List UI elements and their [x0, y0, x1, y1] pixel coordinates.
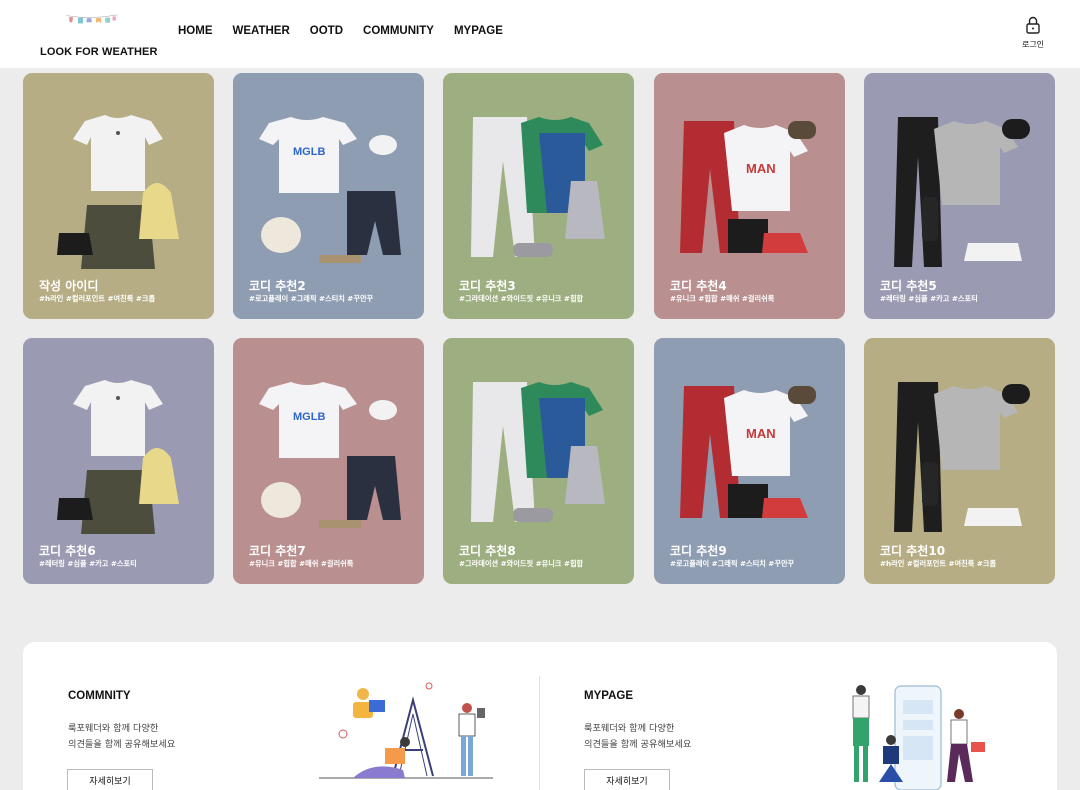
mypage-more-button[interactable]: 자세히보기: [584, 769, 670, 790]
main-nav: HOME WEATHER OOTD COMMUNITY MYPAGE: [178, 25, 503, 37]
logo-text: LOOK FOR WEATHER: [40, 46, 158, 58]
panel-divider: [539, 676, 540, 790]
outfit-image: [471, 382, 605, 522]
outfit-image: [894, 117, 1030, 267]
card-tags: #레터링 #심플 #카고 #스포티: [39, 559, 137, 568]
outfit-card[interactable]: 코디 추천6 #레터링 #심플 #카고 #스포티: [23, 338, 214, 584]
card-tags: #로고플레이 #그래픽 #스티치 #꾸안꾸: [249, 294, 374, 303]
card-title: 코디 추천5: [880, 279, 937, 293]
card-tags: #로고플레이 #그래픽 #스티치 #꾸안꾸: [670, 559, 795, 568]
card-tags: #h라인 #컬러포인트 #여친룩 #크롭: [39, 294, 156, 303]
card-title: 코디 추천2: [249, 279, 306, 293]
card-tags: #h라인 #컬러포인트 #여친룩 #크롭: [880, 559, 997, 568]
mypage-desc-line1: 룩포웨더와 함께 다양한: [584, 723, 675, 734]
community-more-button[interactable]: 자세히보기: [67, 769, 153, 790]
community-desc-line1: 룩포웨더와 함께 다양한: [68, 723, 159, 734]
nav-mypage[interactable]: MYPAGE: [454, 25, 503, 37]
lock-icon: [1026, 16, 1040, 34]
community-desc-line2: 의견들을 함께 공유해보세요: [68, 739, 176, 750]
outfit-card-grid: 작성 아이디 #h라인 #컬러포인트 #여친룩 #크롭 MGLB 코디 추천2 #로…: [23, 73, 1057, 584]
card-title: 코디 추천6: [39, 544, 96, 558]
nav-ootd[interactable]: OOTD: [310, 25, 343, 37]
outfit-image: MAN: [680, 386, 816, 518]
login-button[interactable]: 로그인: [1018, 16, 1048, 50]
card-title: 코디 추천4: [670, 279, 727, 293]
outfit-card[interactable]: 코디 추천5 #레터링 #심플 #카고 #스포티: [864, 73, 1055, 319]
outfit-image: MAN: [680, 121, 816, 253]
mypage-desc-line2: 의견들을 함께 공유해보세요: [584, 739, 692, 750]
community-illustration-icon: [319, 682, 493, 779]
outfit-card[interactable]: MGLB 코디 추천7 #유니크 #힙합 #매쉬 #걸리쉬룩: [233, 338, 424, 584]
outfit-card[interactable]: MAN 코디 추천4 #유니크 #힙합 #매쉬 #걸리쉬룩: [654, 73, 845, 319]
nav-weather[interactable]: WEATHER: [233, 25, 290, 37]
login-label: 로그인: [1021, 40, 1045, 49]
info-panel: COMMNITY 룩포웨더와 함께 다양한 의견들을 함께 공유해보세요 자세히…: [23, 642, 1057, 790]
svg-text:MGLB: MGLB: [293, 146, 325, 158]
card-title: 코디 추천10: [880, 544, 946, 558]
card-tags: #유니크 #힙합 #매쉬 #걸리쉬룩: [670, 294, 775, 303]
card-title: 작성 아이디: [39, 279, 99, 293]
outfit-card[interactable]: 코디 추천10 #h라인 #컬러포인트 #여친룩 #크롭: [864, 338, 1055, 584]
outfit-image: [471, 117, 605, 257]
community-title: COMMNITY: [68, 690, 131, 702]
clothesline-logo-icon: [66, 14, 118, 24]
nav-community[interactable]: COMMUNITY: [363, 25, 434, 37]
outfit-card[interactable]: MAN 코디 추천9 #로고플레이 #그래픽 #스티치 #꾸안꾸: [654, 338, 845, 584]
outfit-image: MGLB: [259, 382, 401, 528]
logo[interactable]: LOOK FOR WEATHER: [24, 6, 159, 62]
header: LOOK FOR WEATHER HOME WEATHER OOTD COMMU…: [0, 0, 1080, 68]
outfit-card[interactable]: 코디 추천8 #그라데이션 #와이드핏 #유니크 #힙합: [443, 338, 634, 584]
outfit-image: MGLB: [259, 117, 401, 263]
card-tags: #유니크 #힙합 #매쉬 #걸리쉬룩: [249, 559, 354, 568]
card-title: 코디 추천7: [249, 544, 306, 558]
outfit-image: [57, 115, 179, 269]
outfit-image: [894, 382, 1030, 532]
card-tags: #레터링 #심플 #카고 #스포티: [880, 294, 978, 303]
outfit-card[interactable]: MGLB 코디 추천2 #로고플레이 #그래픽 #스티치 #꾸안꾸: [233, 73, 424, 319]
mypage-title: MYPAGE: [584, 690, 633, 702]
svg-text:MAN: MAN: [746, 426, 776, 441]
card-title: 코디 추천3: [459, 279, 516, 293]
svg-text:MAN: MAN: [746, 161, 776, 176]
mypage-illustration-icon: [852, 685, 985, 790]
outfit-card[interactable]: 작성 아이디 #h라인 #컬러포인트 #여친룩 #크롭: [23, 73, 214, 319]
card-tags: #그라데이션 #와이드핏 #유니크 #힙합: [459, 559, 584, 568]
card-title: 코디 추천8: [459, 544, 516, 558]
nav-home[interactable]: HOME: [178, 25, 213, 37]
card-title: 코디 추천9: [670, 544, 727, 558]
outfit-image: [57, 380, 179, 534]
outfit-card[interactable]: 코디 추천3 #그라데이션 #와이드핏 #유니크 #힙합: [443, 73, 634, 319]
card-tags: #그라데이션 #와이드핏 #유니크 #힙합: [459, 294, 584, 303]
svg-text:MGLB: MGLB: [293, 411, 325, 423]
